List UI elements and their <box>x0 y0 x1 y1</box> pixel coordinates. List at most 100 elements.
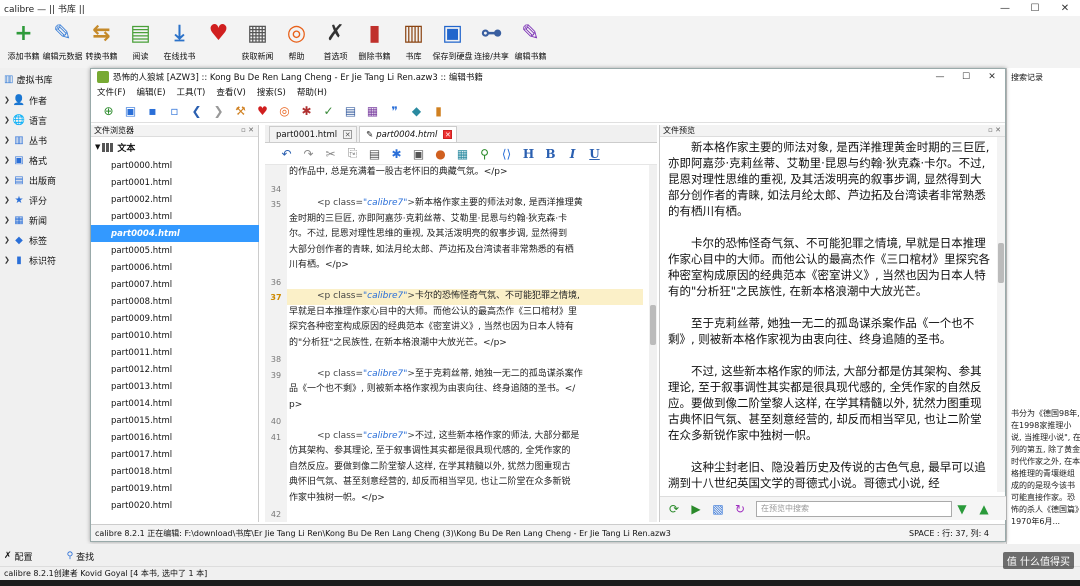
table-of-contents-icon[interactable]: ▤ <box>341 101 360 120</box>
file-item[interactable]: part0000.html <box>91 157 259 174</box>
search-history-button[interactable]: 搜索记录 <box>1011 72 1043 83</box>
forward-icon[interactable]: ❯ <box>209 101 228 120</box>
file-item[interactable]: part0014.html <box>91 395 259 412</box>
link-icon[interactable]: ⚲ <box>475 144 494 163</box>
tag-browser-item[interactable]: ❯ ▣ 格式 <box>0 150 90 170</box>
toolbar-button-add-book[interactable]: + 添加书籍 <box>4 16 43 68</box>
maximize-button[interactable]: ☐ <box>1020 0 1050 16</box>
heart-icon[interactable]: ♥ <box>253 101 272 120</box>
close-button[interactable]: ✕ <box>1050 0 1080 16</box>
menu-item[interactable]: 搜索(S) <box>257 86 286 98</box>
toolbar-button-edit-book[interactable]: ✎ 编辑书籍 <box>511 16 550 68</box>
sync-icon[interactable]: ↻ <box>730 499 750 519</box>
minimize-button[interactable]: — <box>990 0 1020 16</box>
editor-minimize-button[interactable]: — <box>927 69 953 85</box>
menu-item[interactable]: 文件(F) <box>97 86 126 98</box>
code-scrollbar-thumb[interactable] <box>650 305 656 345</box>
toolbar-button-convert-book[interactable]: ⇆ 转换书籍 <box>82 16 121 68</box>
refresh-icon[interactable]: ⟳ <box>664 499 684 519</box>
bold-icon[interactable]: B <box>541 144 560 163</box>
tag-browser-item[interactable]: ❯ ▥ 丛书 <box>0 130 90 150</box>
toolbar-button-news[interactable]: ▦ 获取新闻 <box>238 16 277 68</box>
toolbar-button-read[interactable]: ▤ 阅读 <box>121 16 160 68</box>
menu-item[interactable]: 帮助(H) <box>297 86 327 98</box>
find-button[interactable]: 查找 <box>76 550 94 563</box>
file-item[interactable]: part0008.html <box>91 293 259 310</box>
search-previous-icon[interactable]: ▲ <box>974 499 994 519</box>
file-item[interactable]: part0006.html <box>91 259 259 276</box>
code-scrollbar[interactable] <box>649 165 657 522</box>
preview-scrollbar[interactable] <box>997 137 1005 492</box>
transform-styles-icon[interactable]: ◆ <box>407 101 426 120</box>
code-text-area[interactable]: 的作品中, 总是充满着一股古老怀旧的典藏气氛。</p> 34 35 <p class=… <box>265 165 649 522</box>
file-item[interactable]: part0017.html <box>91 446 259 463</box>
editor-close-button[interactable]: ✕ <box>979 69 1005 85</box>
tag-browser-item[interactable]: ❯ ◆ 标签 <box>0 230 90 250</box>
editor-tab[interactable]: ✎ part0004.html ✕ <box>359 126 458 142</box>
file-item[interactable]: part0001.html <box>91 174 259 191</box>
tag-browser-item[interactable]: ❯ 👤 作者 <box>0 90 90 110</box>
menu-item[interactable]: 编辑(E) <box>137 86 166 98</box>
file-item[interactable]: part0009.html <box>91 310 259 327</box>
redo-icon[interactable]: ↷ <box>299 144 318 163</box>
undo-icon[interactable]: ↶ <box>277 144 296 163</box>
toolbar-button-download[interactable]: ⤓ 在线找书 <box>160 16 199 68</box>
import-files-icon[interactable]: ▣ <box>121 101 140 120</box>
auto-reload-icon[interactable]: ▶ <box>686 499 706 519</box>
paste-icon[interactable]: ▤ <box>365 144 384 163</box>
file-item[interactable]: part0005.html <box>91 242 259 259</box>
toolbar-button-edit-metadata[interactable]: ✎ 编辑元数据 <box>43 16 83 68</box>
fix-html-icon[interactable]: ⚒ <box>231 101 250 120</box>
new-file-icon[interactable]: ⊕ <box>99 101 118 120</box>
file-item[interactable]: part0016.html <box>91 429 259 446</box>
menu-item[interactable]: 查看(V) <box>216 86 245 98</box>
preview-float-close-icon[interactable]: ▫ ✕ <box>988 126 1001 134</box>
text-folder[interactable]: ▼ 文本 <box>91 137 258 157</box>
copy-icon[interactable]: ⎘ <box>343 144 362 163</box>
file-item[interactable]: part0020.html <box>91 497 259 514</box>
editor-tab[interactable]: part0001.html ✕ <box>269 126 358 142</box>
reports-icon[interactable]: ▦ <box>363 101 382 120</box>
search-next-icon[interactable]: ▼ <box>952 499 972 519</box>
split-icon[interactable]: ▧ <box>708 499 728 519</box>
file-item[interactable]: part0002.html <box>91 191 259 208</box>
toolbar-button-heart[interactable]: ♥ <box>199 16 238 68</box>
file-item[interactable]: part0012.html <box>91 361 259 378</box>
toolbar-button-help[interactable]: ◎ 帮助 <box>277 16 316 68</box>
cut-icon[interactable]: ✂ <box>321 144 340 163</box>
bar-chart-icon[interactable]: ▮ <box>429 101 448 120</box>
code-tag-icon[interactable]: ⟨⟩ <box>497 144 516 163</box>
heading-icon[interactable]: H <box>519 144 538 163</box>
preview-scrollbar-thumb[interactable] <box>998 243 1004 283</box>
tab-close-icon[interactable]: ✕ <box>443 130 453 139</box>
tab-close-icon[interactable]: ✕ <box>343 130 353 139</box>
back-icon[interactable]: ❮ <box>187 101 206 120</box>
tag-browser-item[interactable]: ❯ ▮ 标识符 <box>0 250 90 270</box>
image-icon[interactable]: ▦ <box>453 144 472 163</box>
preview-content[interactable]: 新本格作家主要的师法对象, 是西洋推理黄金时期的三巨匠, 亦即阿嘉莎·克莉丝蒂、… <box>660 137 998 492</box>
spellcheck-icon[interactable]: ✓ <box>319 101 338 120</box>
file-item[interactable]: part0011.html <box>91 344 259 361</box>
file-item[interactable]: part0013.html <box>91 378 259 395</box>
file-item[interactable]: part0019.html <box>91 480 259 497</box>
file-item[interactable]: part0003.html <box>91 208 259 225</box>
toolbar-button-save-disk[interactable]: ▣ 保存到硬盘 <box>433 16 473 68</box>
save-copy-icon[interactable]: ▫ <box>165 101 184 120</box>
smarten-punctuation-icon[interactable]: ❞ <box>385 101 404 120</box>
tag-browser-item[interactable]: ❯ 🌐 语言 <box>0 110 90 130</box>
file-item[interactable]: part0015.html <box>91 412 259 429</box>
underline-icon[interactable]: U <box>585 144 604 163</box>
menu-item[interactable]: 工具(T) <box>177 86 206 98</box>
panel-float-close-icon[interactable]: ▫ ✕ <box>241 126 254 134</box>
save-icon[interactable]: ▪ <box>143 101 162 120</box>
toolbar-button-preferences[interactable]: ✗ 首选项 <box>316 16 355 68</box>
file-item[interactable]: part0007.html <box>91 276 259 293</box>
preview-search-input[interactable]: 在预览中搜索 <box>756 500 952 517</box>
file-item[interactable]: part0004.html <box>91 225 259 242</box>
check-book-icon[interactable]: ✱ <box>297 101 316 120</box>
config-button[interactable]: 配置 <box>15 550 33 563</box>
insert-tag-icon[interactable]: ✱ <box>387 144 406 163</box>
file-item[interactable]: part0010.html <box>91 327 259 344</box>
italic-icon[interactable]: I <box>563 144 582 163</box>
insert-image-icon[interactable]: ● <box>431 144 450 163</box>
